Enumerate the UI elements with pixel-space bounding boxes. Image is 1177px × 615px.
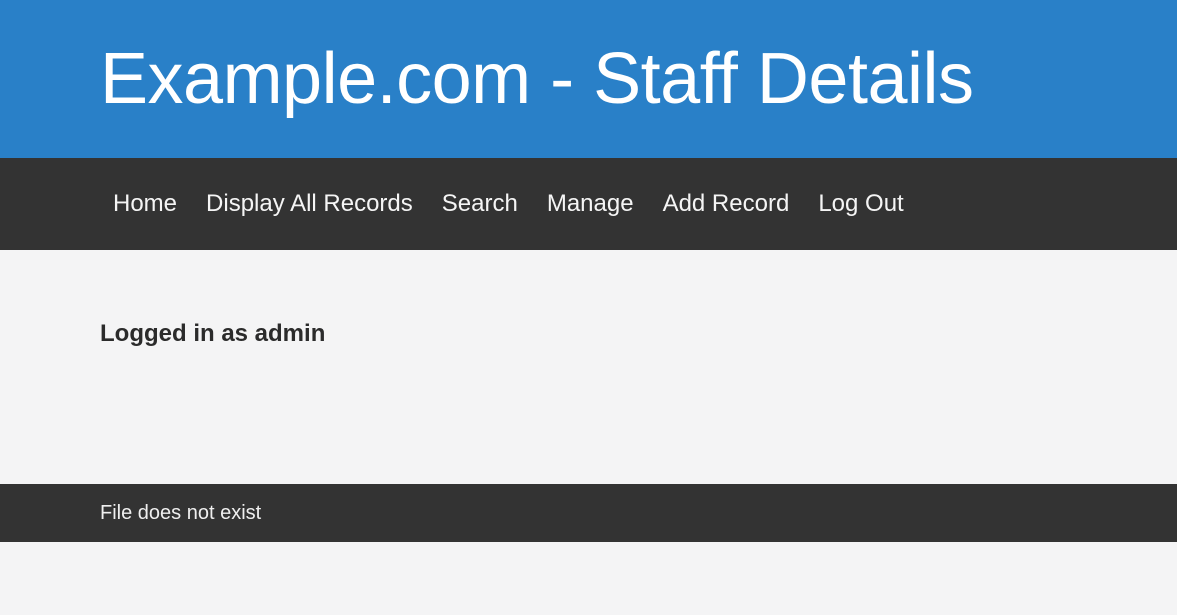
nav-item-search: Search xyxy=(442,192,518,216)
nav-item-add-record: Add Record xyxy=(663,192,790,216)
nav-item-home: Home xyxy=(113,192,177,216)
site-header: Example.com - Staff Details xyxy=(0,0,1177,158)
login-status-text: Logged in as admin xyxy=(100,320,326,347)
nav-link-home[interactable]: Home xyxy=(113,192,177,216)
nav-list: Home Display All Records Search Manage A… xyxy=(113,192,904,216)
page-title: Example.com - Staff Details xyxy=(100,39,974,119)
nav-link-manage[interactable]: Manage xyxy=(547,192,634,216)
nav-item-log-out: Log Out xyxy=(818,192,903,216)
status-message-bar: File does not exist xyxy=(0,484,1177,542)
nav-link-search[interactable]: Search xyxy=(442,192,518,216)
nav-link-display-all-records[interactable]: Display All Records xyxy=(206,192,413,216)
page-root: Example.com - Staff Details Home Display… xyxy=(0,0,1177,615)
nav-item-manage: Manage xyxy=(547,192,634,216)
nav-link-add-record[interactable]: Add Record xyxy=(663,192,790,216)
nav-item-display-all-records: Display All Records xyxy=(206,192,413,216)
main-navigation: Home Display All Records Search Manage A… xyxy=(0,158,1177,250)
status-message-text: File does not exist xyxy=(100,502,262,524)
nav-link-log-out[interactable]: Log Out xyxy=(818,192,903,216)
page-bottom-filler xyxy=(0,542,1177,615)
